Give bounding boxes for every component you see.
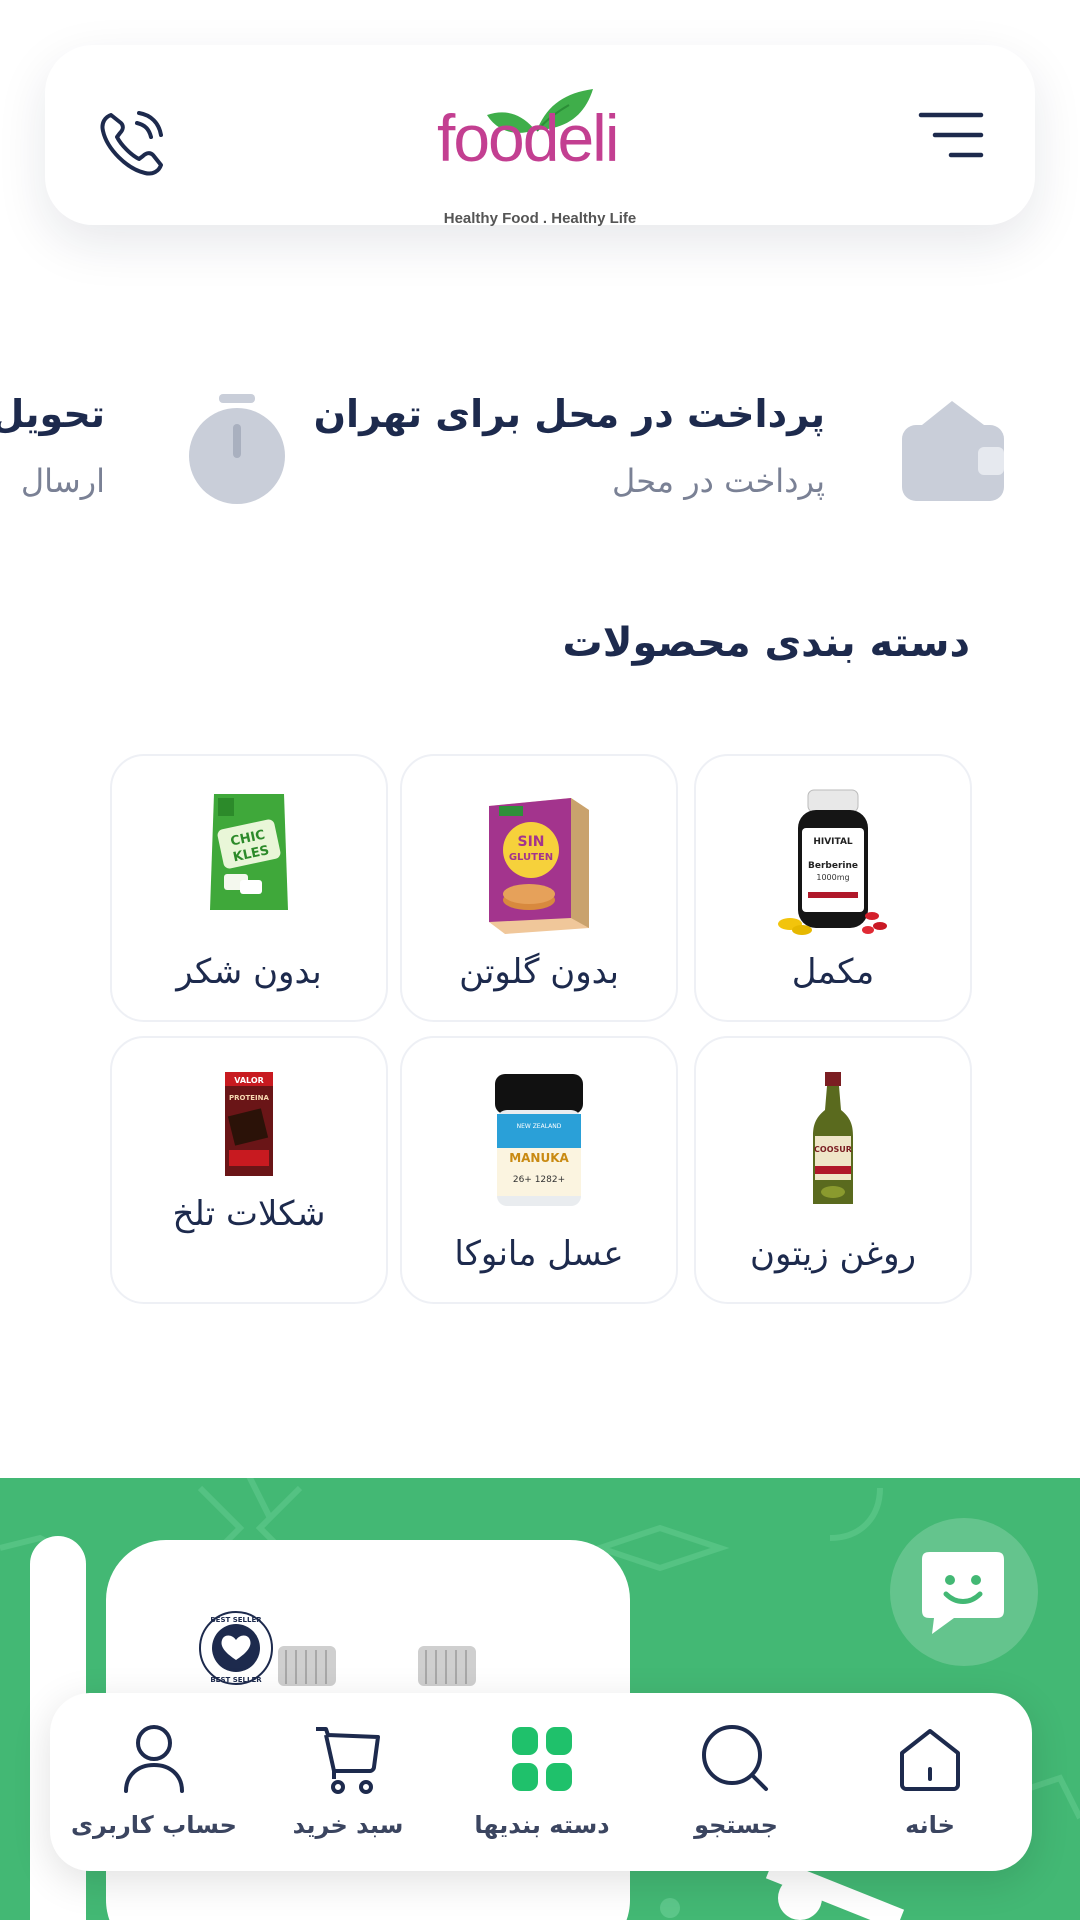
menu-button[interactable]: [917, 107, 987, 163]
category-label: بدون شکر: [176, 952, 322, 992]
category-label: عسل مانوکا: [454, 1234, 624, 1274]
nav-item-categories[interactable]: دسته بندیها: [444, 1693, 640, 1871]
user-icon: [124, 1725, 184, 1793]
category-label: مکمل: [791, 952, 875, 992]
supplement-bottle-image: HIVITAL Berberine 1000mg: [778, 789, 887, 935]
category-label: روغن زیتون: [750, 1234, 916, 1274]
svg-text:NEW ZEALAND: NEW ZEALAND: [517, 1123, 562, 1130]
wallet-icon: [902, 401, 1004, 501]
manuka-honey-jar-image: NEW ZEALAND MANUKA 26+ 1282+: [495, 1074, 583, 1206]
phone-button[interactable]: [93, 103, 173, 183]
olive-oil-bottle-image: COOSUR: [813, 1072, 853, 1204]
nav-label: خانه: [905, 1811, 955, 1839]
feature-title: پرداخت در محل برای تهران: [313, 392, 825, 436]
chat-smile-icon[interactable]: [920, 1550, 1006, 1636]
feature-subtitle: ارسال: [20, 462, 105, 500]
nav-label: جستجو: [694, 1811, 778, 1839]
nav-label: سبد خرید: [292, 1811, 404, 1839]
svg-text:26+ 1282+: 26+ 1282+: [513, 1175, 565, 1185]
gluten-free-box-image: SIN GLUTEN: [489, 798, 589, 934]
svg-text:PROTEINA: PROTEINA: [229, 1094, 269, 1102]
nav-item-account[interactable]: حساب کاربری: [56, 1693, 252, 1871]
features-carousel[interactable]: پرداخت در محل برای تهران پرداخت در محل ت…: [0, 370, 1080, 520]
dark-chocolate-image: VALOR PROTEINA: [225, 1072, 273, 1176]
category-card-supplement[interactable]: HIVITAL Berberine 1000mg مکمل: [694, 754, 972, 1022]
home-icon: [900, 1729, 960, 1791]
top-header: foodeli Healthy Food . Healthy Life: [45, 45, 1035, 227]
hamburger-menu-icon: [918, 112, 984, 158]
svg-text:COOSUR: COOSUR: [814, 1145, 852, 1154]
svg-text:HIVITAL: HIVITAL: [813, 837, 853, 847]
svg-text:SIN: SIN: [517, 834, 544, 850]
category-card-dark-chocolate[interactable]: VALOR PROTEINA شکلات تلخ: [110, 1036, 388, 1304]
category-card-gluten-free[interactable]: SIN GLUTEN بدون گلوتن: [400, 754, 678, 1022]
svg-text:Berberine: Berberine: [808, 861, 858, 871]
grid-icon: [512, 1727, 572, 1791]
logo-tagline: Healthy Food . Healthy Life: [443, 210, 637, 227]
categories-heading: دسته بندی محصولات: [562, 620, 970, 666]
category-card-manuka-honey[interactable]: NEW ZEALAND MANUKA 26+ 1282+ عسل مانوکا: [400, 1036, 678, 1304]
nav-label: حساب کاربری: [71, 1811, 237, 1839]
cart-icon: [316, 1727, 380, 1794]
svg-text:GLUTEN: GLUTEN: [509, 852, 553, 863]
svg-text:1000mg: 1000mg: [816, 873, 849, 882]
feature-subtitle: پرداخت در محل: [612, 462, 825, 500]
nav-item-home[interactable]: خانه: [832, 1693, 1028, 1871]
best-seller-badge: BEST SELLER BEST SELLER: [199, 1611, 273, 1685]
category-label: بدون گلوتن: [459, 952, 619, 992]
search-icon: [702, 1725, 768, 1791]
svg-text:VALOR: VALOR: [234, 1076, 264, 1085]
category-label: شکلات تلخ: [172, 1194, 326, 1234]
category-card-sugar-free[interactable]: CHIC KLES بدون شکر: [110, 754, 388, 1022]
phone-icon: [100, 111, 163, 176]
nav-label: دسته بندیها: [474, 1811, 610, 1839]
category-card-olive-oil[interactable]: COOSUR روغن زیتون: [694, 1036, 972, 1304]
sugar-free-gum-image: CHIC KLES: [210, 794, 288, 910]
svg-text:MANUKA: MANUKA: [509, 1151, 569, 1165]
timer-icon: [189, 394, 285, 504]
nav-item-cart[interactable]: سبد خرید: [250, 1693, 446, 1871]
bottom-navigation: خانه جستجو دسته بندیها سبد خرید حساب کار…: [50, 1693, 1032, 1871]
feature-title: تحویل: [0, 392, 105, 436]
svg-text:BEST SELLER: BEST SELLER: [210, 1676, 262, 1684]
brand-logo[interactable]: foodeli Healthy Food . Healthy Life: [425, 75, 655, 227]
svg-text:BEST SELLER: BEST SELLER: [210, 1616, 262, 1624]
logo-wordmark: foodeli: [437, 101, 619, 175]
nav-item-search[interactable]: جستجو: [638, 1693, 834, 1871]
